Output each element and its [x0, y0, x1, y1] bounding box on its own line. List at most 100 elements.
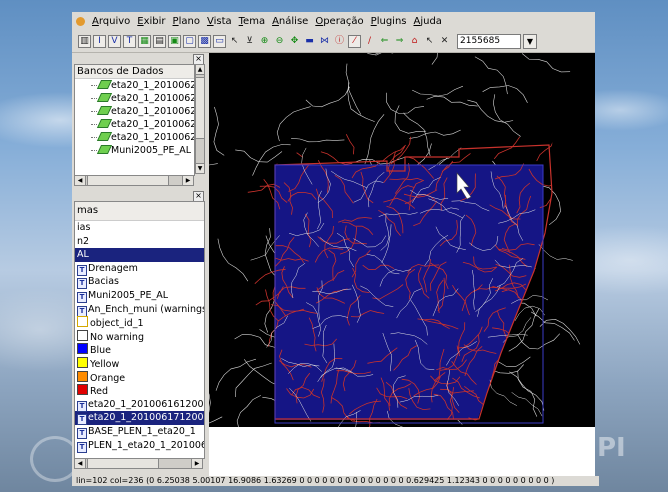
- cancel-icon[interactable]: ✕: [438, 35, 451, 48]
- map-line: [517, 370, 538, 417]
- theme-item[interactable]: Blue: [75, 343, 204, 357]
- query-icon[interactable]: ▤: [153, 35, 166, 48]
- theme-item[interactable]: Orange: [75, 370, 204, 385]
- theme-item[interactable]: T Muni2005_PE_AL: [75, 289, 204, 303]
- menu-ajuda[interactable]: Ajuda: [414, 16, 442, 27]
- theme-item-label: PLEN_1_eta20_1_20100624: [88, 439, 204, 451]
- info-layer-icon[interactable]: I: [93, 35, 106, 48]
- database-vertical-scrollbar[interactable]: ▲ ▼: [195, 64, 205, 174]
- map-line: [347, 82, 375, 122]
- scroll-right-icon[interactable]: ▶: [182, 176, 193, 185]
- measure-icon[interactable]: ∕: [363, 35, 376, 48]
- map-line: [291, 138, 345, 143]
- map-line: [521, 346, 545, 367]
- previous-extent-icon[interactable]: ⇐: [378, 35, 391, 48]
- table-icon[interactable]: ▢: [183, 35, 196, 48]
- themes-horizontal-scrollbar[interactable]: ◀ ▶: [74, 458, 203, 469]
- pointer-icon[interactable]: ↖: [228, 35, 241, 48]
- map-line: [512, 349, 537, 375]
- chevron-down-icon[interactable]: ▼: [523, 34, 537, 49]
- theme-item[interactable]: Yellow: [75, 356, 204, 371]
- properties-icon[interactable]: ▣: [168, 35, 181, 48]
- layer-icon: [96, 132, 113, 141]
- scroll-up-icon[interactable]: ▲: [196, 65, 204, 75]
- layout-icon[interactable]: ▬: [303, 35, 316, 48]
- menu-tema[interactable]: Tema: [239, 16, 265, 27]
- theme-item[interactable]: AL: [75, 248, 204, 262]
- layer-icon: [96, 145, 113, 154]
- theme-item[interactable]: T BASE_PLEN_1_eta20_1: [75, 425, 204, 439]
- theme-list-header[interactable]: mas: [75, 202, 204, 221]
- zoom-in-icon[interactable]: ⊕: [258, 35, 271, 48]
- map-canvas[interactable]: [209, 53, 595, 427]
- tree-item[interactable]: eta20_1_2010062: [75, 131, 194, 144]
- map-line: [431, 53, 438, 65]
- database-tree: Bancos de Dados eta20_1_2010062 eta20_1_…: [74, 64, 195, 176]
- database-horizontal-scrollbar[interactable]: ◀ ▶: [74, 175, 194, 186]
- map-line: [540, 185, 561, 226]
- map-line: [537, 387, 553, 419]
- menu-analise[interactable]: Análise: [272, 16, 308, 27]
- menu-operacao[interactable]: Operação: [315, 16, 363, 27]
- zoom-out-icon[interactable]: ⊖: [273, 35, 286, 48]
- legend-color-swatch: [77, 384, 88, 396]
- display-icon[interactable]: ▭: [213, 35, 226, 48]
- theme-item-label: Red: [90, 386, 109, 398]
- scroll-left-icon[interactable]: ◀: [75, 176, 86, 185]
- theme-item[interactable]: object_id_1: [75, 316, 204, 330]
- theme-item[interactable]: Teta20_1_20100617120000: [75, 411, 204, 426]
- theme-item[interactable]: Red: [75, 384, 204, 398]
- menu-vista[interactable]: Vista: [207, 16, 232, 27]
- home-icon[interactable]: ⌂: [408, 35, 421, 48]
- graph-icon[interactable]: ⋈: [318, 35, 331, 48]
- scale-input[interactable]: 2155685: [457, 34, 521, 49]
- scroll-thumb[interactable]: [87, 459, 159, 468]
- draw-line-icon[interactable]: ⁄: [348, 35, 361, 48]
- grid-icon[interactable]: ▩: [198, 35, 211, 48]
- info-icon[interactable]: ⓘ: [333, 35, 346, 48]
- map-line: [485, 402, 511, 426]
- menu-plugins[interactable]: Plugins: [371, 16, 407, 27]
- menu-bar: Arquivo Exibir Plano Vista Tema Análise …: [72, 12, 595, 31]
- zoom-area-icon[interactable]: ⊻: [243, 35, 256, 48]
- pan-icon[interactable]: ✥: [288, 35, 301, 48]
- map-line: [235, 362, 272, 398]
- theme-item[interactable]: Teta20_1_20100616120000: [75, 398, 204, 412]
- menu-arquivo[interactable]: Arquivo: [92, 16, 130, 27]
- database-tree-header[interactable]: Bancos de Dados: [75, 65, 194, 79]
- theme-item-label: object_id_1: [90, 318, 144, 330]
- tree-item[interactable]: eta20_1_2010062: [75, 92, 194, 105]
- theme-icon: T: [77, 305, 87, 317]
- theme-item[interactable]: T An_Ench_muni (warnings): [75, 303, 204, 317]
- theme-item[interactable]: ias: [75, 221, 204, 235]
- tree-item[interactable]: Muni2005_PE_AL: [75, 144, 194, 157]
- map-drawing[interactable]: [209, 53, 595, 427]
- scroll-left-icon[interactable]: ◀: [75, 459, 86, 468]
- database-icon[interactable]: ▥: [78, 35, 91, 48]
- scroll-right-icon[interactable]: ▶: [191, 459, 202, 468]
- theme-item[interactable]: TPLEN_1_eta20_1_20100624: [75, 439, 204, 453]
- theme-icon: T: [77, 427, 87, 439]
- cursor-icon[interactable]: ↖: [423, 35, 436, 48]
- legend-color-swatch: [77, 329, 88, 341]
- theme-item[interactable]: n2: [75, 235, 204, 249]
- map-line: [530, 311, 575, 341]
- menu-exibir[interactable]: Exibir: [137, 16, 165, 27]
- tree-item[interactable]: eta20_1_2010062: [75, 105, 194, 118]
- next-extent-icon[interactable]: ⇒: [393, 35, 406, 48]
- scroll-down-icon[interactable]: ▼: [196, 163, 204, 173]
- theme-item[interactable]: No warning: [75, 329, 204, 344]
- menu-plano[interactable]: Plano: [173, 16, 200, 27]
- scroll-thumb[interactable]: [87, 176, 169, 185]
- scroll-thumb[interactable]: [196, 77, 204, 139]
- theme-icon[interactable]: T: [123, 35, 136, 48]
- theme-item[interactable]: T Bacias: [75, 275, 204, 290]
- tree-item[interactable]: eta20_1_2010062: [75, 79, 194, 92]
- view-icon[interactable]: V: [108, 35, 121, 48]
- theme-item-label: Bacias: [88, 276, 119, 288]
- add-layer-icon[interactable]: ▦: [138, 35, 151, 48]
- theme-item[interactable]: T Drenagem: [75, 262, 204, 276]
- map-line: [489, 379, 518, 406]
- map-line: [344, 121, 355, 155]
- tree-item[interactable]: eta20_1_2010062: [75, 118, 194, 131]
